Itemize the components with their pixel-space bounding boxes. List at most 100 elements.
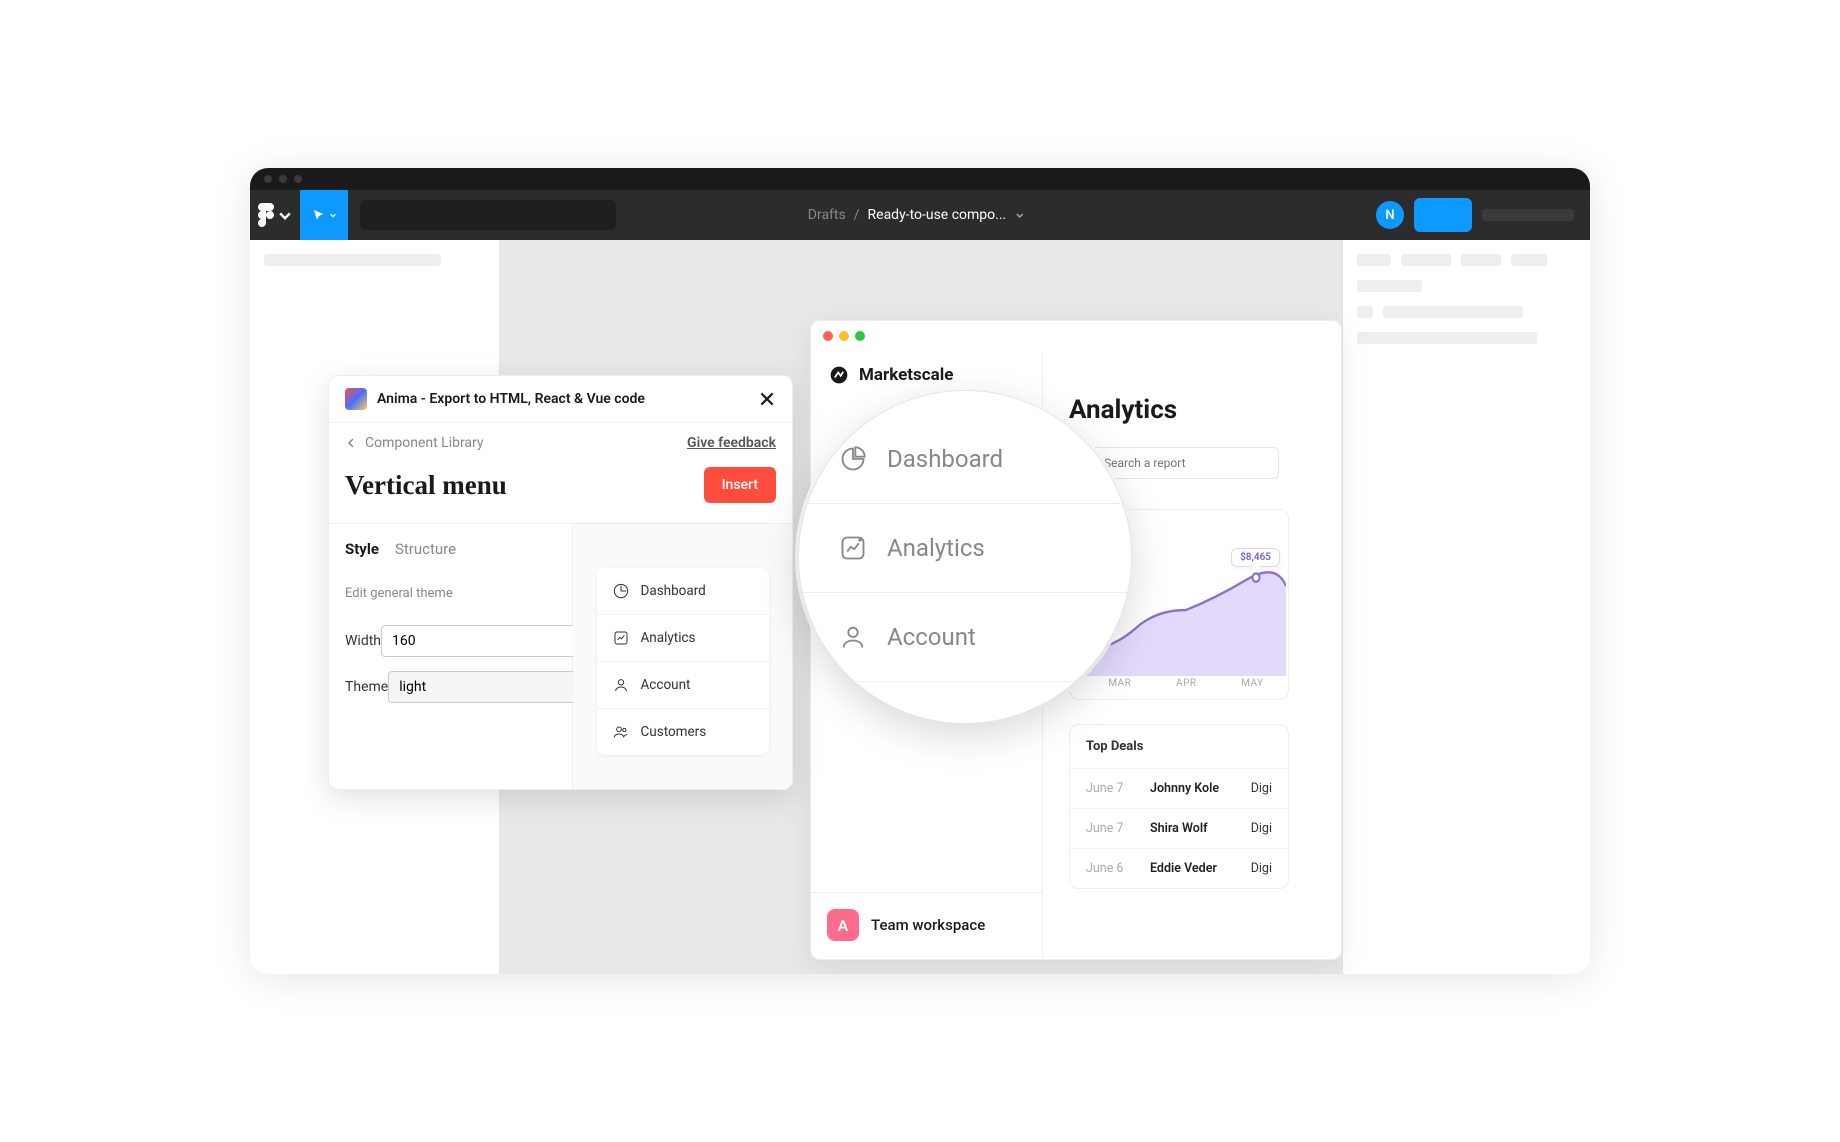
placeholder bbox=[1357, 254, 1391, 266]
users-icon bbox=[613, 724, 629, 740]
chart-tick: APR bbox=[1176, 678, 1197, 689]
placeholder bbox=[1357, 280, 1422, 292]
preview-item-label: Analytics bbox=[641, 630, 696, 646]
placeholder bbox=[1383, 306, 1523, 318]
cursor-icon bbox=[312, 208, 326, 222]
lens-item-analytics[interactable]: Analytics bbox=[799, 504, 1131, 593]
deal-date: June 7 bbox=[1086, 781, 1134, 796]
chart-pie-icon bbox=[613, 583, 629, 599]
component-title: Vertical menu bbox=[345, 470, 507, 501]
deal-row[interactable]: June 6 Eddie Veder Digi bbox=[1070, 848, 1288, 888]
chart-tick: MAY bbox=[1241, 678, 1263, 689]
lens-item-account[interactable]: Account bbox=[799, 593, 1131, 682]
user-icon bbox=[613, 677, 629, 693]
preview-item-account[interactable]: Account bbox=[597, 662, 769, 709]
deal-category: Digi bbox=[1251, 861, 1272, 876]
prop-label-width: Width bbox=[345, 633, 381, 649]
canvas[interactable]: Marketscale A Team workspace Analytics bbox=[250, 240, 1590, 974]
preview-menu: Dashboard Analytics Account Custome bbox=[597, 568, 769, 755]
placeholder bbox=[1357, 306, 1373, 318]
breadcrumb-parent[interactable]: Drafts bbox=[808, 207, 846, 223]
deal-row[interactable]: June 7 Shira Wolf Digi bbox=[1070, 808, 1288, 848]
section-hint: Edit general theme bbox=[345, 586, 556, 601]
preview-item-label: Account bbox=[641, 677, 691, 693]
traffic-dot bbox=[294, 175, 302, 183]
width-input[interactable] bbox=[381, 625, 581, 657]
tab-style[interactable]: Style bbox=[345, 540, 379, 558]
feedback-link[interactable]: Give feedback bbox=[687, 435, 776, 451]
lens-item-label: Dashboard bbox=[887, 445, 1003, 473]
workspace-label: Team workspace bbox=[871, 916, 985, 934]
deal-name: Shira Wolf bbox=[1150, 821, 1235, 836]
placeholder bbox=[264, 254, 441, 266]
panel-header: Anima - Export to HTML, React & Vue code bbox=[329, 376, 792, 423]
insert-button[interactable]: Insert bbox=[704, 467, 776, 503]
preview-item-customers[interactable]: Customers bbox=[597, 709, 769, 755]
deal-category: Digi bbox=[1251, 821, 1272, 836]
lens-item-label: Analytics bbox=[887, 534, 985, 562]
panel-style-column: Style Structure Edit general theme Width… bbox=[329, 524, 573, 789]
tab-structure[interactable]: Structure bbox=[395, 540, 456, 558]
figma-window: Drafts / Ready-to-use compo... N bbox=[250, 168, 1590, 974]
deal-date: June 7 bbox=[1086, 821, 1134, 836]
deal-date: June 6 bbox=[1086, 861, 1134, 876]
chevron-left-icon[interactable] bbox=[345, 437, 357, 449]
card-title: Top Deals bbox=[1070, 725, 1288, 768]
chevron-down-icon bbox=[329, 211, 337, 219]
chart-tooltip: $8,465 bbox=[1231, 548, 1280, 567]
panel-tabs: Style Structure bbox=[345, 540, 556, 558]
anima-app-icon bbox=[345, 388, 367, 410]
deal-category: Digi bbox=[1251, 781, 1272, 796]
close-dot[interactable] bbox=[823, 331, 833, 341]
toolbar-search[interactable] bbox=[360, 200, 616, 230]
zoom-lens: Dashboard Analytics Account bbox=[798, 390, 1132, 724]
chevron-down-icon bbox=[277, 203, 293, 227]
avatar[interactable]: N bbox=[1376, 201, 1404, 229]
traffic-dot bbox=[264, 175, 272, 183]
search-field[interactable] bbox=[1104, 456, 1266, 470]
window-controls bbox=[811, 321, 1341, 351]
figma-menu-button[interactable] bbox=[250, 190, 300, 240]
placeholder bbox=[1461, 254, 1501, 266]
preview-item-dashboard[interactable]: Dashboard bbox=[597, 568, 769, 615]
theme-select[interactable] bbox=[388, 671, 588, 703]
breadcrumb-separator: / bbox=[854, 207, 860, 223]
breadcrumb: Drafts / Ready-to-use compo... bbox=[808, 207, 1032, 223]
toolbar-placeholder bbox=[1482, 209, 1574, 221]
figma-toolbar: Drafts / Ready-to-use compo... N bbox=[250, 190, 1590, 240]
maximize-dot[interactable] bbox=[855, 331, 865, 341]
anima-panel: Anima - Export to HTML, React & Vue code… bbox=[328, 375, 793, 790]
figma-logo-icon bbox=[258, 203, 274, 227]
chart-line-icon bbox=[839, 534, 867, 562]
panel-preview-column: Dashboard Analytics Account Custome bbox=[573, 524, 792, 789]
breadcrumb-current[interactable]: Ready-to-use compo... bbox=[868, 207, 1007, 223]
deal-name: Eddie Veder bbox=[1150, 861, 1235, 876]
minimize-dot[interactable] bbox=[839, 331, 849, 341]
top-deals-card: Top Deals June 7 Johnny Kole Digi June 7… bbox=[1069, 724, 1289, 889]
brand-logo-icon bbox=[829, 365, 849, 385]
preview-item-analytics[interactable]: Analytics bbox=[597, 615, 769, 662]
close-icon[interactable] bbox=[758, 390, 776, 408]
preview-item-label: Customers bbox=[641, 724, 707, 740]
chart-pie-icon bbox=[839, 445, 867, 473]
traffic-dot bbox=[279, 175, 287, 183]
chart-tick: MAR bbox=[1108, 678, 1131, 689]
page-title: Analytics bbox=[1069, 395, 1341, 425]
panel-title: Anima - Export to HTML, React & Vue code bbox=[377, 391, 758, 407]
lens-item-label: Account bbox=[887, 623, 976, 651]
properties-sidebar bbox=[1342, 240, 1590, 974]
workspace-switcher[interactable]: A Team workspace bbox=[811, 892, 1042, 957]
deal-row[interactable]: June 7 Johnny Kole Digi bbox=[1070, 768, 1288, 808]
share-button[interactable] bbox=[1414, 198, 1472, 232]
prop-label-theme: Theme bbox=[345, 679, 388, 695]
placeholder bbox=[1357, 332, 1537, 344]
chevron-down-icon[interactable] bbox=[1014, 210, 1032, 220]
brand-name: Marketscale bbox=[859, 365, 953, 385]
placeholder bbox=[1511, 254, 1547, 266]
panel-subheader: Component Library Give feedback bbox=[329, 423, 792, 463]
deal-name: Johnny Kole bbox=[1150, 781, 1235, 796]
placeholder bbox=[1401, 254, 1451, 266]
move-tool-button[interactable] bbox=[300, 190, 348, 240]
back-button[interactable]: Component Library bbox=[365, 435, 687, 451]
preview-item-label: Dashboard bbox=[641, 583, 706, 599]
